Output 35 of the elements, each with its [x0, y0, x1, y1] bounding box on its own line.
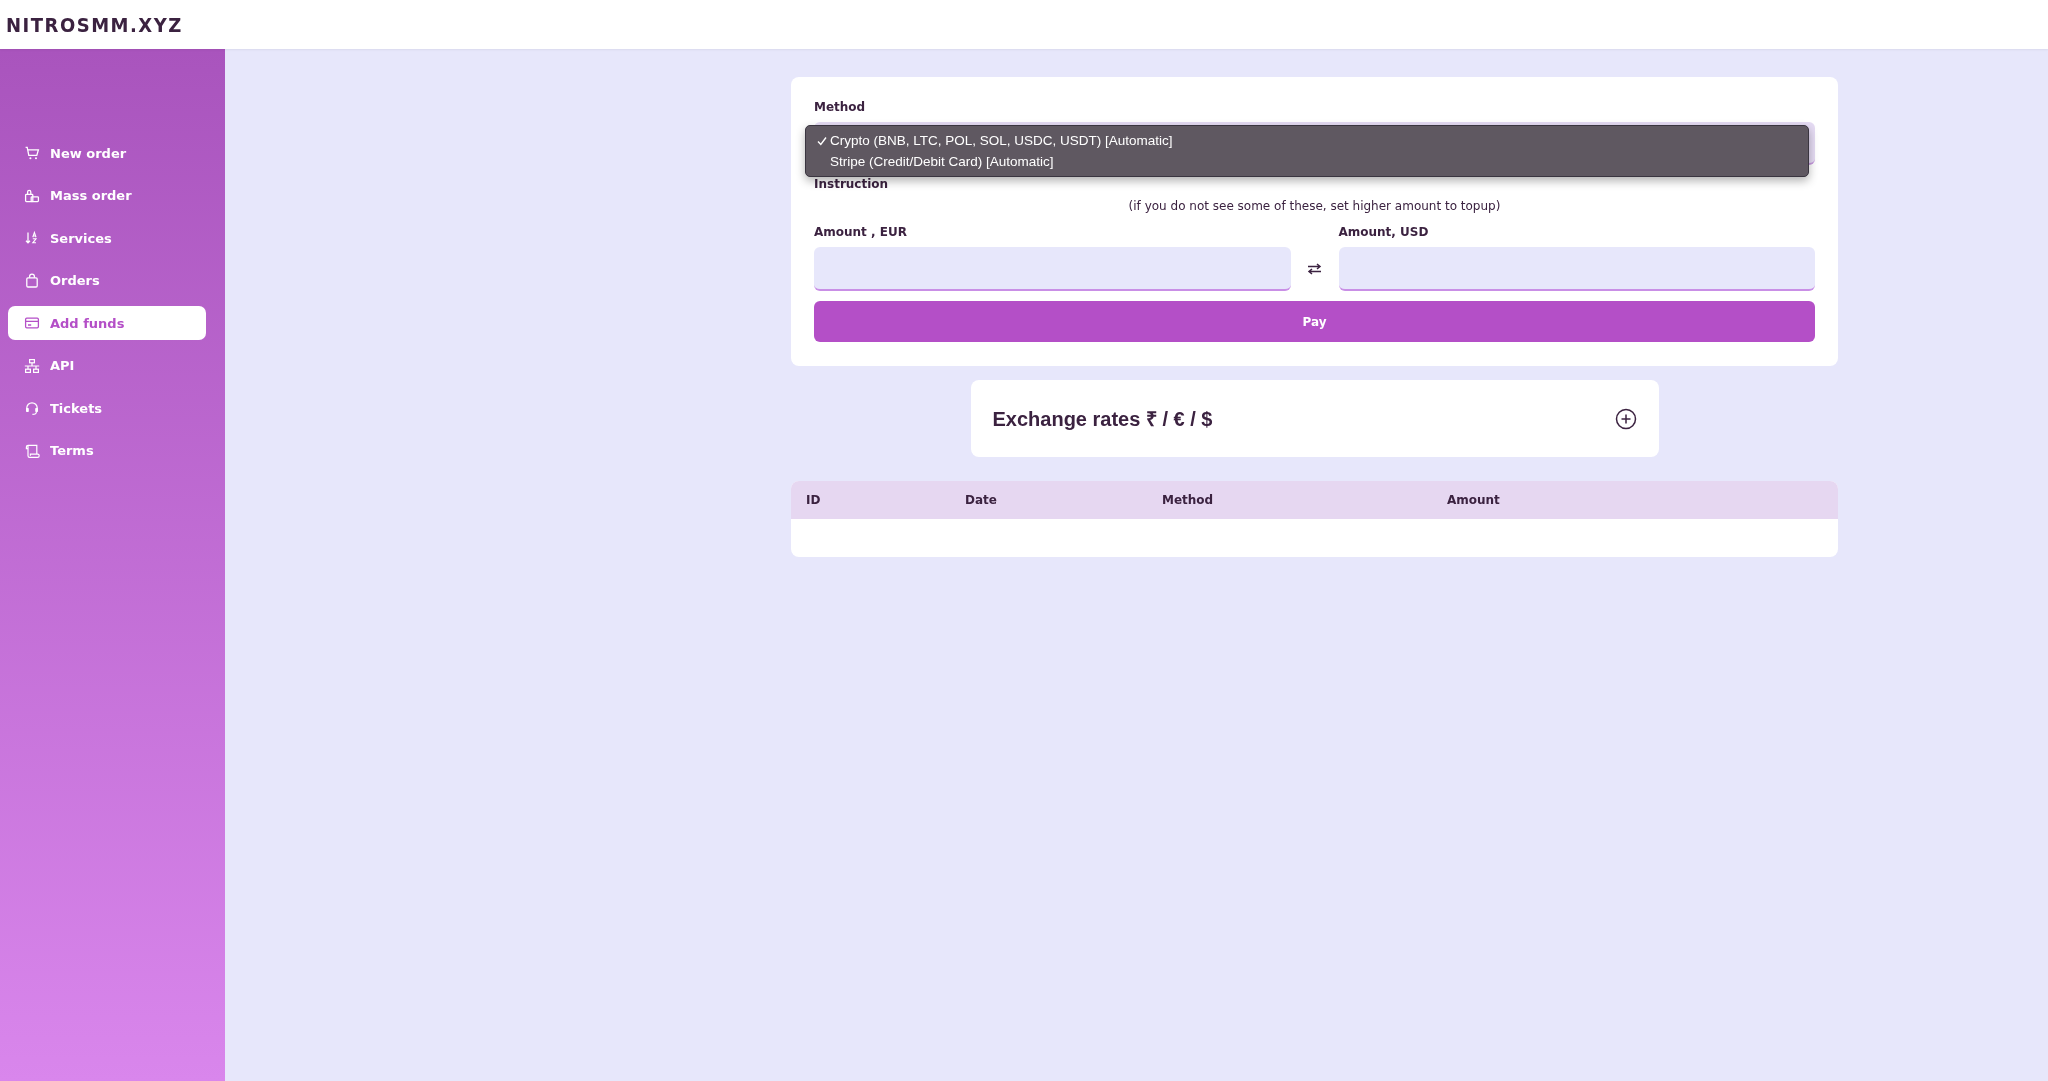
dropdown-option[interactable]: Stripe (Credit/Debit Card) [Automatic] [806, 151, 1808, 172]
column-header: Amount [1447, 493, 1500, 507]
sidebar-item[interactable]: Add funds [8, 306, 206, 340]
field-label: Amount , EUR [814, 225, 908, 239]
dropdown-option[interactable]: Crypto (BNB, LTC, POL, SOL, USDC, USDT) [Automatic] [806, 130, 1808, 151]
network-icon [24, 357, 40, 374]
brand-logo[interactable]: NITROSMM.XYZ [6, 12, 183, 37]
field-label: Amount, USD [1338, 225, 1430, 239]
scroll-icon [24, 442, 40, 459]
amount-input[interactable] [1338, 247, 1815, 291]
amount-input[interactable] [814, 247, 1291, 291]
field-label: Method [814, 100, 867, 114]
swap-arrows-icon[interactable] [1307, 263, 1322, 275]
sidebar-item[interactable]: Orders [8, 263, 206, 298]
column-header: Method [1162, 493, 1214, 507]
pay-button[interactable]: Pay [814, 301, 1815, 342]
instruction-note: (if you do not see some of these, set higher amount to topup) [1127, 199, 1502, 213]
field-label: Instruction [814, 177, 890, 191]
sidebar-item[interactable]: Mass order [8, 178, 206, 213]
sidebar-item[interactable]: New order [8, 136, 206, 170]
exchange-rates-panel[interactable]: Exchange rates ₹ / € / $ [970, 380, 1659, 457]
sort-icon [24, 230, 40, 246]
card-icon [24, 315, 40, 331]
expand-icon[interactable] [1614, 407, 1637, 430]
sidebar-item[interactable]: Services [8, 221, 206, 255]
sidebar-item[interactable]: Tickets [8, 391, 206, 425]
column-header: ID [806, 493, 821, 507]
headset-icon [24, 400, 40, 416]
cart-icon [24, 145, 40, 161]
sidebar-item[interactable]: Terms [8, 433, 206, 468]
column-header: Date [965, 493, 997, 507]
panel-title: Exchange rates ₹ / € / $ [992, 407, 1213, 432]
sidebar-item[interactable]: API [8, 348, 206, 383]
bag-icon [24, 187, 40, 204]
shopping-bag-icon [24, 272, 40, 289]
